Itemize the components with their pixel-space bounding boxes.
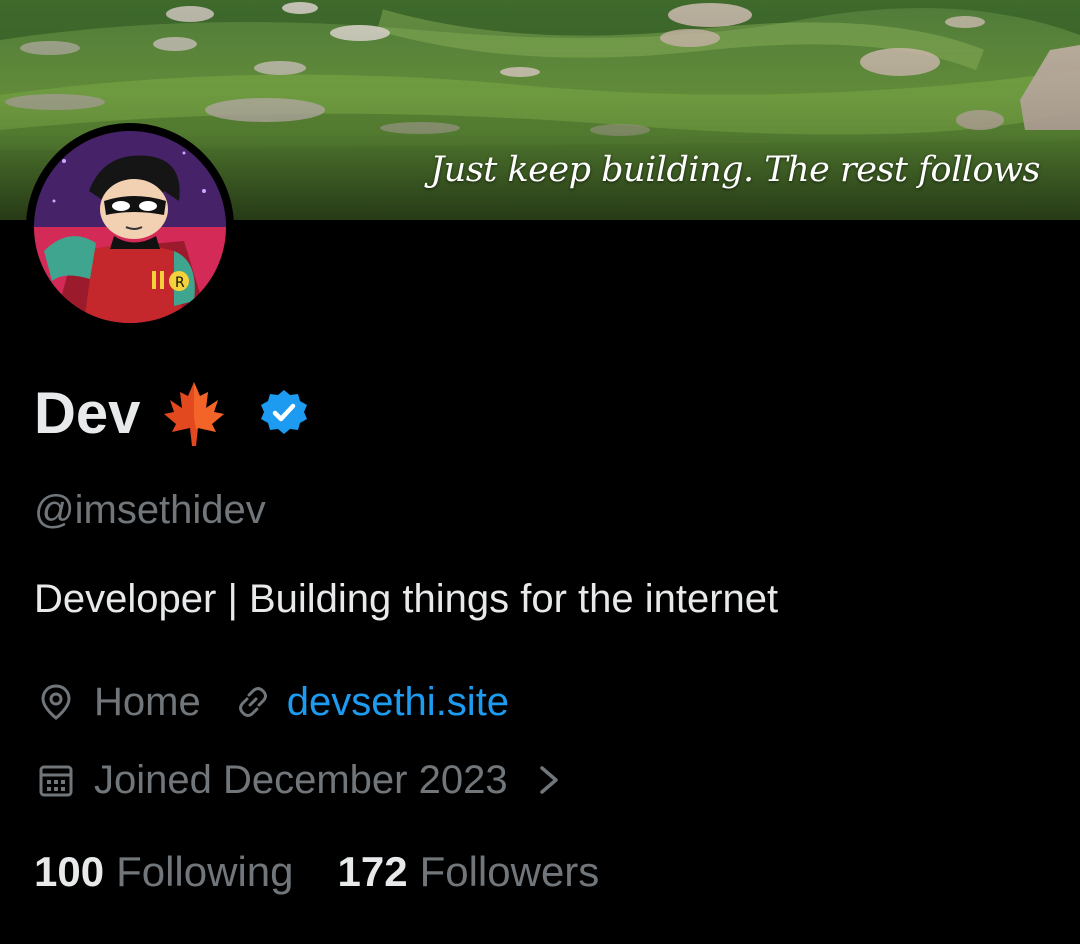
profile-bio: Developer | Building things for the inte…: [34, 577, 779, 621]
profile-display-name: Dev: [34, 381, 141, 446]
profile-joined-date: Joined December 2023: [94, 757, 508, 802]
followers-label: Followers: [419, 848, 600, 895]
banner-quote-text: Just keep building. The rest follows: [430, 150, 1040, 190]
maple-leaf-icon: [164, 382, 225, 446]
following-label: Following: [116, 848, 294, 895]
followers-count: 172: [337, 848, 408, 895]
profile-page: Just keep building. The rest follows R D…: [0, 0, 1080, 944]
profile-name-row: Dev: [34, 378, 310, 450]
profile-stats: 100 Following 172 Followers: [34, 848, 599, 896]
following-count: 100: [34, 848, 105, 895]
following-stat-link[interactable]: 100 Following: [34, 848, 294, 896]
calendar-icon: [39, 765, 73, 797]
chevron-right-icon[interactable]: [534, 760, 564, 800]
avatar-image: R: [34, 131, 226, 323]
followers-stat-link[interactable]: 172 Followers: [338, 848, 600, 896]
profile-handle: @imsethidev: [34, 488, 266, 532]
profile-avatar[interactable]: R: [26, 123, 234, 331]
verified-badge-icon[interactable]: [258, 388, 310, 440]
profile-website-link[interactable]: devsethi.site: [287, 680, 509, 725]
profile-joined-row[interactable]: Joined December 2023: [34, 752, 564, 808]
svg-text:R: R: [175, 275, 185, 291]
link-icon: [238, 687, 267, 717]
location-pin-icon: [41, 684, 71, 720]
profile-location: Home: [94, 679, 201, 724]
profile-meta-location-website: Home devsethi.site: [34, 674, 509, 730]
